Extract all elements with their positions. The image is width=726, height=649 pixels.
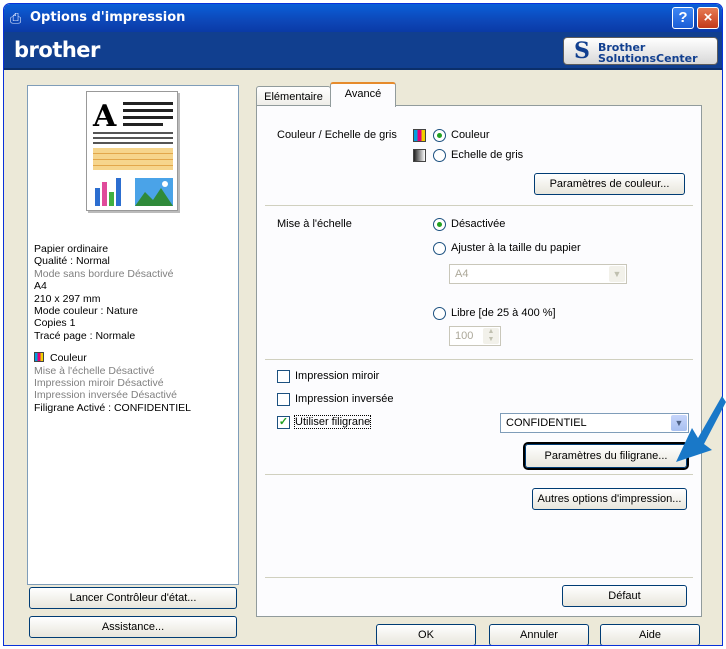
color-grayscale-label: Couleur / Echelle de gris: [277, 129, 397, 141]
watermark-settings-button[interactable]: Paramètres du filigrane...: [525, 444, 687, 468]
scaling-off-label[interactable]: Désactivée: [451, 218, 505, 230]
summary-line: Papier ordinaire: [34, 243, 109, 255]
color-settings-button[interactable]: Paramètres de couleur...: [534, 173, 685, 195]
page-preview-icon: A: [92, 99, 173, 206]
watermark-selected-value: CONFIDENTIEL: [506, 417, 587, 429]
other-print-options-button[interactable]: Autres options d'impression...: [532, 488, 687, 510]
scale-percent-stepper[interactable]: 100 ▲ ▼: [449, 326, 501, 346]
scale-percent-value: 100: [455, 330, 474, 342]
scaling-free-label[interactable]: Libre [de 25 à 400 %]: [451, 307, 556, 319]
separator: [265, 359, 693, 360]
color-mode-icon: [34, 352, 44, 363]
paper-size-select[interactable]: A4 ▼: [449, 264, 627, 284]
separator: [265, 205, 693, 206]
reverse-label[interactable]: Impression inversée: [295, 393, 393, 405]
paper-size-value: A4: [455, 268, 469, 280]
watermark-label[interactable]: Utiliser filigrane: [293, 415, 372, 429]
brand-bar: brother S Brother SolutionsCenter: [4, 32, 722, 70]
window-title: Options d'impression: [30, 10, 186, 25]
print-options-window: ⎙ Options d'impression ? × brother S Bro…: [3, 3, 723, 646]
summary-line: Filigrane Activé : CONFIDENTIEL: [34, 401, 191, 414]
help-title-button[interactable]: ?: [672, 7, 694, 29]
watermark-select[interactable]: CONFIDENTIEL ▼: [500, 413, 689, 433]
color-mode-line: Couleur: [34, 352, 234, 364]
solutions-center-icon: S: [574, 38, 590, 64]
summary-line: Copies 1: [34, 317, 76, 330]
solutions-center-button[interactable]: S Brother SolutionsCenter: [563, 37, 718, 65]
help-button[interactable]: Aide: [600, 624, 700, 645]
summary-line: Mise à l'échelle Désactivé: [34, 364, 155, 377]
support-button[interactable]: Assistance...: [29, 616, 237, 638]
printer-icon: ⎙: [10, 10, 22, 26]
separator: [265, 474, 693, 475]
color-mode-label: Couleur: [50, 352, 87, 365]
status-monitor-button[interactable]: Lancer Contrôleur d'état...: [29, 587, 237, 609]
svg-text:A: A: [92, 99, 117, 134]
scaling-fit-radio[interactable]: [433, 242, 446, 255]
separator: [265, 577, 693, 578]
grayscale-radio[interactable]: [433, 149, 446, 162]
watermark-checkbox[interactable]: ✓: [277, 416, 290, 429]
solutions-center-line2: SolutionsCenter: [598, 52, 698, 65]
spinner-icon[interactable]: ▲ ▼: [483, 328, 499, 344]
ok-button[interactable]: OK: [376, 624, 476, 645]
brother-logo: brother: [14, 38, 100, 62]
color-option-label[interactable]: Couleur: [451, 129, 490, 141]
scaling-free-radio[interactable]: [433, 307, 446, 320]
summary-line: Impression inversée Désactivé: [34, 389, 177, 402]
scaling-label: Mise à l'échelle: [277, 218, 352, 230]
summary-line: Qualité : Normal: [34, 255, 110, 268]
scaling-off-radio[interactable]: [433, 218, 446, 231]
summary-line: Tracé page : Normale: [34, 329, 136, 342]
chevron-down-icon: ▼: [609, 266, 625, 282]
summary-line: A4: [34, 280, 47, 293]
mirror-label[interactable]: Impression miroir: [295, 370, 379, 382]
advanced-tab-panel: Couleur / Echelle de gris Couleur Echell…: [256, 105, 702, 617]
reverse-checkbox[interactable]: [277, 393, 290, 406]
summary-line: 210 x 297 mm: [34, 292, 101, 305]
mirror-checkbox[interactable]: [277, 370, 290, 383]
color-radio[interactable]: [433, 129, 446, 142]
summary-line: Mode couleur : Nature: [34, 305, 138, 318]
close-button[interactable]: ×: [697, 7, 719, 29]
summary-line: Impression miroir Désactivé: [34, 377, 164, 390]
settings-summary-panel: A Papier ordinaire Qualité: Normal Mode…: [27, 85, 239, 585]
grayscale-icon: [413, 149, 426, 162]
cancel-button[interactable]: Annuler: [489, 624, 589, 645]
callout-arrow-icon: [676, 396, 726, 462]
tab-avance[interactable]: Avancé: [330, 82, 396, 107]
title-bar[interactable]: ⎙ Options d'impression ? ×: [4, 4, 722, 32]
summary-line: Mode sans bordure Désactivé: [34, 267, 174, 280]
grayscale-option-label[interactable]: Echelle de gris: [451, 149, 523, 161]
settings-summary: Papier ordinaire Qualité : Normal Mode san…: [34, 243, 234, 414]
scaling-fit-label[interactable]: Ajuster à la taille du papier: [451, 242, 581, 254]
default-button[interactable]: Défaut: [562, 585, 687, 607]
page-preview: A: [86, 91, 178, 211]
color-icon: [413, 129, 426, 142]
